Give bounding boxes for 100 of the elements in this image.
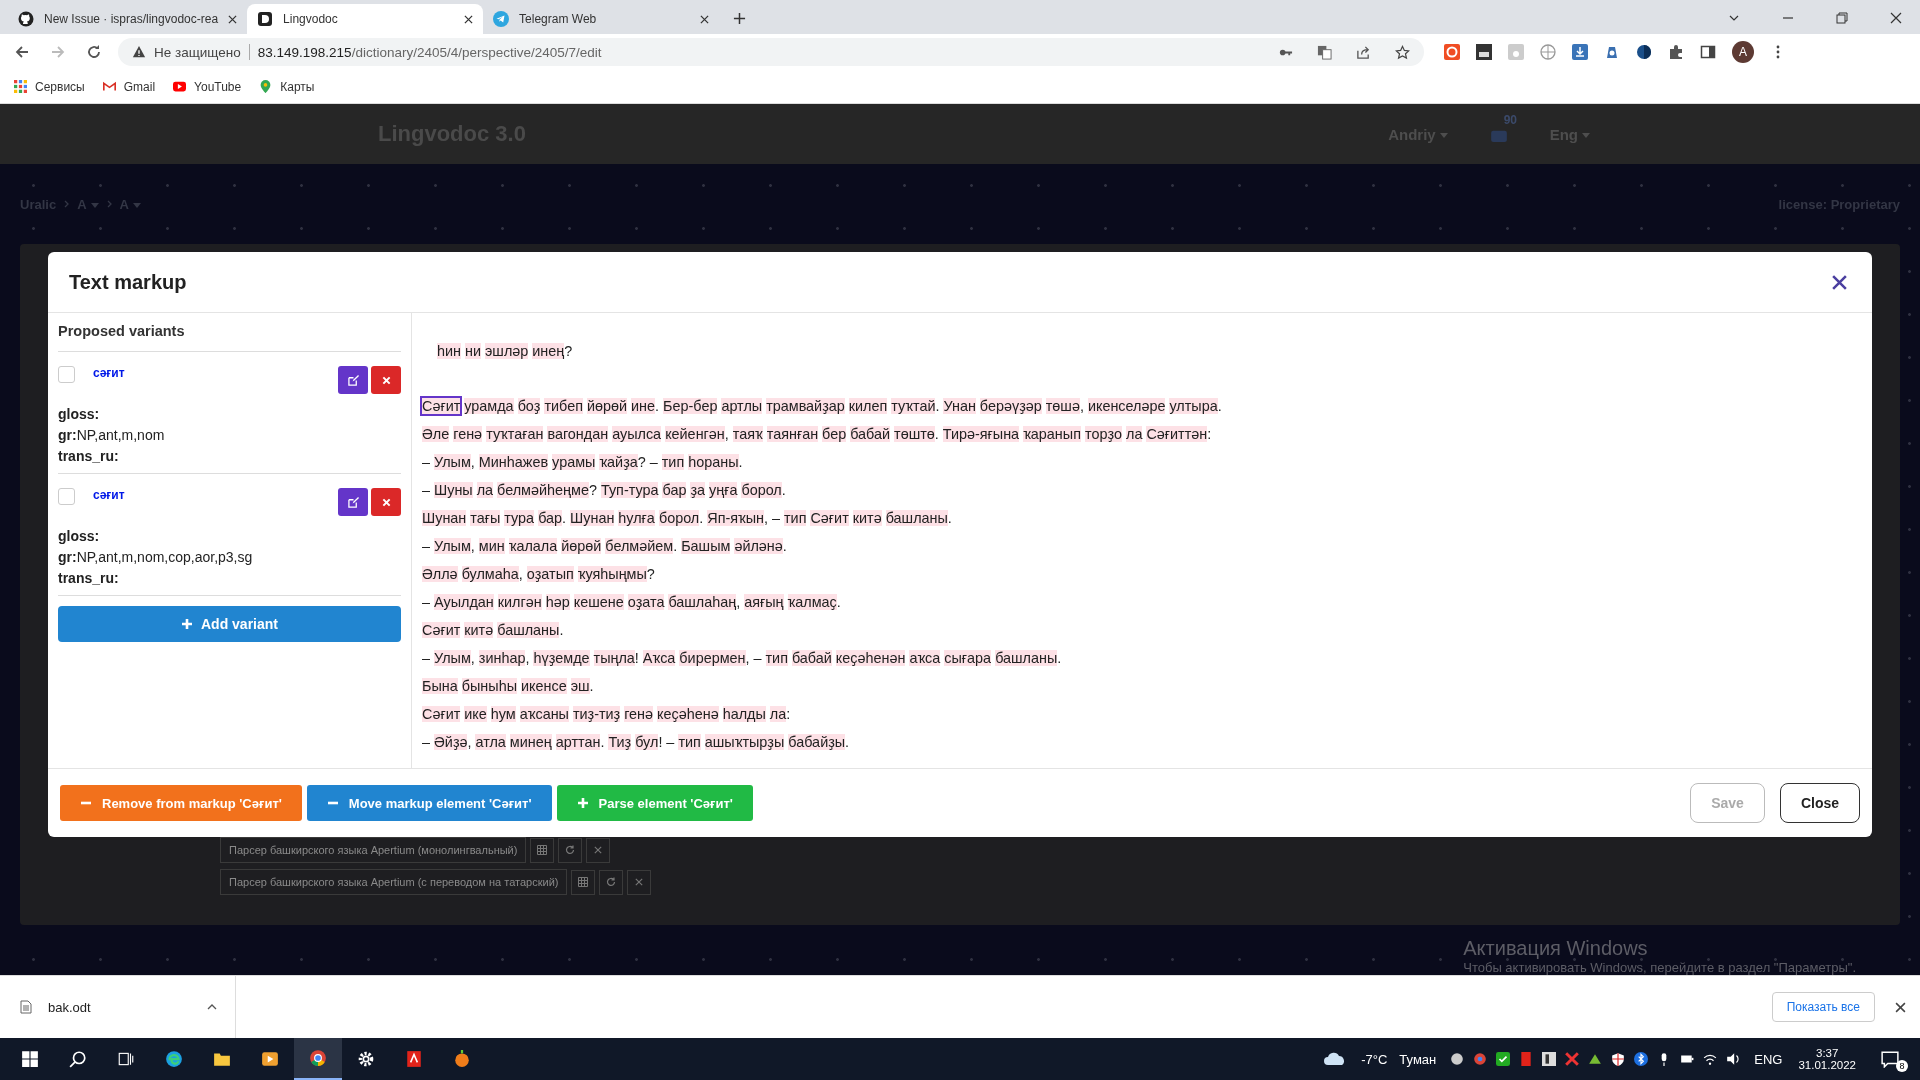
activation-title: Активация Windows bbox=[1463, 937, 1649, 960]
checkbox[interactable] bbox=[58, 488, 75, 505]
text-line: – Улым, Минһажев урамы ҡайҙа? – тип һораны. bbox=[422, 453, 744, 472]
globe-icon[interactable] bbox=[1540, 44, 1556, 60]
show-all-button[interactable]: Показать все bbox=[1771, 992, 1875, 1022]
chrome-icon[interactable] bbox=[1473, 1052, 1488, 1066]
action-button[interactable]: Move markup element 'Сәғит' bbox=[306, 785, 552, 821]
delete-button[interactable] bbox=[371, 488, 401, 516]
tray-app-icon[interactable] bbox=[1588, 1052, 1603, 1066]
edit-button[interactable] bbox=[338, 366, 368, 394]
checkbox[interactable] bbox=[58, 366, 75, 383]
edit-icon bbox=[347, 496, 359, 508]
close-icon[interactable] bbox=[228, 14, 238, 24]
close-button[interactable]: Close bbox=[1779, 783, 1860, 823]
variant-field: trans_ru: bbox=[58, 568, 401, 589]
variant-word: сәғит bbox=[93, 366, 125, 380]
browser-tab[interactable]: Lingvodoc bbox=[247, 4, 484, 34]
text-line: – Ауылдан килгән һәр кешене оҙата башлаһаң, аяғың ҡалмаҫ. bbox=[422, 593, 842, 612]
check-icon[interactable] bbox=[1496, 1052, 1511, 1066]
play-icon bbox=[173, 80, 187, 93]
tray-app-icon[interactable] bbox=[1450, 1052, 1465, 1066]
plus-icon bbox=[181, 618, 193, 630]
bookmark-link[interactable]: Gmail bbox=[102, 79, 156, 94]
text-line: Сәғит урамда боҙ тибеп йөрөй ине. Бер-бер артлы трамвайҙар килеп туҡтай. Унан берәүҙәр төшә, икенселәре ултыра. bbox=[422, 397, 1223, 416]
chevron-icon bbox=[64, 200, 70, 208]
clock[interactable]: 3:37 31.01.2022 bbox=[1798, 1047, 1856, 1071]
close-icon bbox=[381, 375, 391, 385]
refresh-button[interactable] bbox=[558, 837, 583, 863]
share-icon[interactable] bbox=[1356, 44, 1371, 60]
bookmark-link[interactable]: Сервисы bbox=[14, 79, 85, 94]
refresh-button[interactable] bbox=[599, 869, 624, 895]
text-line: Сәғит ике һум аҡсаны тиҙ-тиҙ генә кеҫәһенә һалды ла: bbox=[422, 705, 792, 724]
caret-icon bbox=[1582, 133, 1590, 139]
github-icon bbox=[18, 11, 34, 27]
variant-field: trans_ru: bbox=[58, 446, 401, 467]
text-line: Сәғит китә башланы. bbox=[422, 621, 565, 640]
text-line: һин ни эшләр инең? bbox=[436, 342, 574, 361]
close-icon[interactable] bbox=[1831, 273, 1848, 291]
close-icon[interactable] bbox=[1890, 12, 1902, 24]
profile-avatar[interactable]: A bbox=[1732, 41, 1754, 63]
input-language[interactable]: ENG bbox=[1754, 1051, 1783, 1067]
variant-field: gr:NP,ant,m,nom bbox=[58, 425, 401, 446]
side-panel-icon[interactable] bbox=[1700, 44, 1716, 60]
chevron-up-icon bbox=[207, 1004, 217, 1010]
close-icon bbox=[381, 497, 391, 507]
dialog-title: Text markup bbox=[69, 270, 188, 294]
close-icon bbox=[635, 878, 644, 886]
close-icon bbox=[594, 846, 603, 854]
bookmark-link[interactable]: YouTube bbox=[173, 79, 242, 94]
back-icon[interactable] bbox=[14, 44, 30, 60]
plus-icon bbox=[576, 797, 589, 809]
tray-app-icon[interactable] bbox=[1542, 1052, 1557, 1066]
puzzle-icon[interactable] bbox=[1668, 44, 1684, 60]
download-icon[interactable] bbox=[1572, 44, 1588, 60]
notification-count: 8 bbox=[1896, 1060, 1908, 1072]
shield-icon[interactable] bbox=[1611, 1052, 1626, 1066]
wifi-icon[interactable] bbox=[1703, 1052, 1718, 1066]
notification-count: 90 bbox=[1503, 113, 1517, 127]
delete-button[interactable] bbox=[371, 366, 401, 394]
apps-grid-icon bbox=[14, 80, 27, 93]
extension-icon[interactable] bbox=[1636, 44, 1652, 60]
table-button[interactable] bbox=[530, 837, 555, 863]
star-icon[interactable] bbox=[1395, 44, 1410, 60]
close-icon[interactable] bbox=[700, 14, 710, 24]
bookmark-link[interactable]: Карты bbox=[259, 79, 315, 94]
reload-icon[interactable] bbox=[86, 44, 102, 60]
refresh-icon bbox=[565, 845, 576, 855]
variant-field: gloss: bbox=[58, 526, 401, 547]
text-line: – Улым, мин ҡалала йөрөй белмәйем. Башым әйләнә. bbox=[422, 537, 788, 556]
restore-icon[interactable] bbox=[1836, 12, 1848, 24]
extension-icon[interactable] bbox=[1476, 44, 1492, 60]
lingvodoc-logo-icon bbox=[257, 11, 274, 27]
new-tab-icon[interactable] bbox=[733, 12, 747, 25]
text-line: – Улым, зинһар, һүҙемде тыңла! Аҡса бирермен, – тип бабай кеҫәһенән аҡса сығара башланы. bbox=[422, 649, 1063, 668]
table-button[interactable] bbox=[571, 869, 596, 895]
edit-icon bbox=[347, 374, 359, 386]
browser-tab[interactable]: Telegram Web bbox=[483, 4, 720, 34]
close-icon[interactable] bbox=[1895, 1001, 1906, 1013]
document-icon bbox=[20, 1000, 32, 1014]
add-variant-button[interactable]: Add variant bbox=[58, 606, 401, 642]
parser-name: Парсер башкирского языка Apertium (монолингвальный) bbox=[220, 837, 527, 863]
speaker-icon[interactable] bbox=[1726, 1052, 1741, 1066]
weather-label: Туман bbox=[1399, 1051, 1437, 1067]
table-icon bbox=[537, 845, 548, 855]
security-label: Не защищено bbox=[154, 44, 241, 60]
address-bar[interactable]: Не защищено 83.149.198.215/dictionary/2405/4/perspective/2405/7/edit bbox=[118, 38, 1424, 66]
caret-icon bbox=[1439, 133, 1448, 139]
refresh-icon bbox=[606, 877, 617, 887]
bluetooth-icon[interactable] bbox=[1634, 1052, 1649, 1066]
text-line: – Шуны ла белмәйһеңме? Туп-тура бар ҙа уңға борол. bbox=[422, 481, 787, 500]
edit-button[interactable] bbox=[338, 488, 368, 516]
url-text: 83.149.198.215/dictionary/2405/4/perspective/2405/7/edit bbox=[257, 44, 602, 60]
text-line: – Әйҙә, атла минең арттан. Тиҙ бул! – тип ашыҡтырҙы бабайҙы. bbox=[422, 733, 851, 752]
section-heading: Proposed variants bbox=[58, 313, 401, 352]
variant-field: gloss: bbox=[58, 404, 401, 425]
translate-icon[interactable] bbox=[1317, 44, 1332, 60]
close-icon[interactable] bbox=[464, 14, 474, 24]
variant-word: сәғит bbox=[93, 488, 125, 502]
caret-icon bbox=[90, 202, 99, 208]
browser-tab[interactable]: New Issue · ispras/lingvodoc-rea bbox=[8, 4, 248, 34]
